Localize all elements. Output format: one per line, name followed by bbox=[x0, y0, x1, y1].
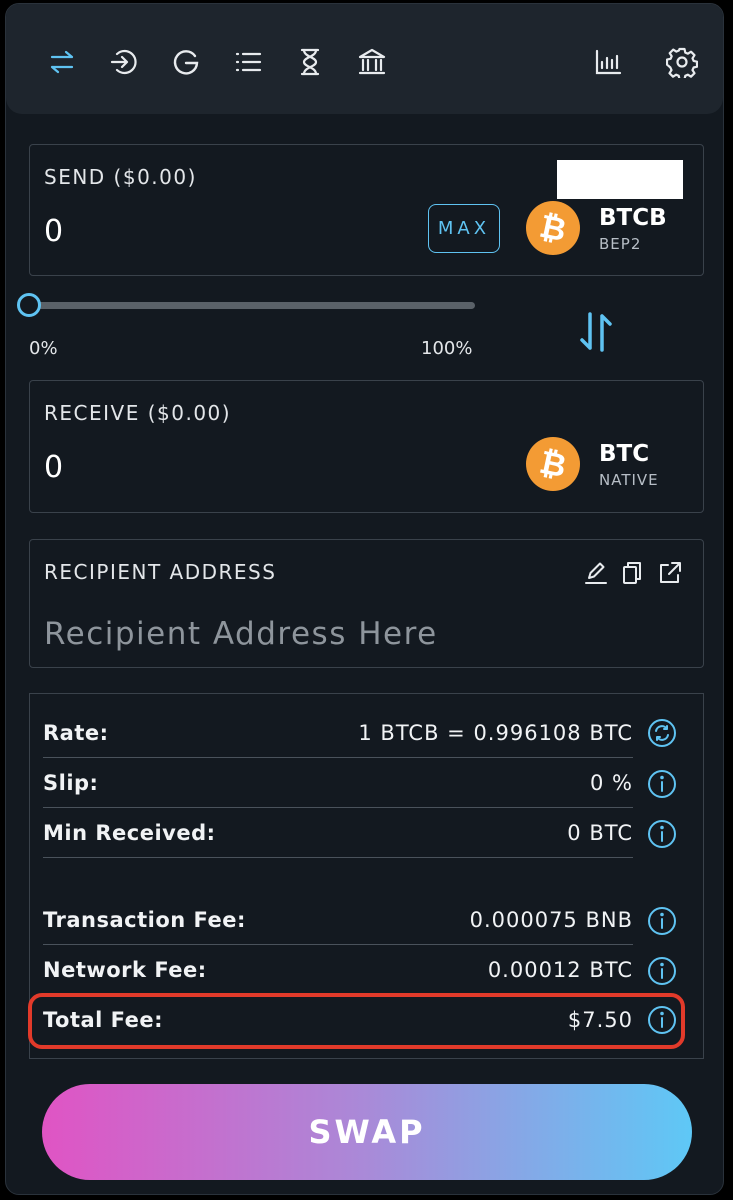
list-icon[interactable] bbox=[232, 46, 264, 78]
rate-row: Rate: 1 BTCB = 0.996108 BTC bbox=[43, 707, 633, 757]
send-label: SEND ($0.00) bbox=[44, 165, 197, 189]
receive-amount: 0 bbox=[44, 450, 64, 485]
details-divider bbox=[43, 857, 633, 858]
google-icon[interactable] bbox=[170, 46, 202, 78]
svg-text:₿: ₿ bbox=[536, 207, 569, 250]
bitcoin-icon[interactable]: ₿ bbox=[526, 201, 580, 255]
recipient-label: RECIPIENT ADDRESS bbox=[44, 560, 277, 584]
rate-label: Rate: bbox=[43, 721, 109, 745]
network-fee-info-icon[interactable] bbox=[647, 956, 677, 986]
chart-icon[interactable] bbox=[592, 46, 624, 78]
amount-slider-handle[interactable] bbox=[17, 293, 41, 317]
copy-icon[interactable] bbox=[619, 560, 645, 586]
slip-value: 0 % bbox=[590, 771, 633, 795]
min-received-value: 0 BTC bbox=[567, 821, 633, 845]
slip-label: Slip: bbox=[43, 771, 99, 795]
bank-icon[interactable] bbox=[356, 46, 388, 78]
top-nav-bar bbox=[6, 4, 723, 114]
transaction-fee-info-icon[interactable] bbox=[647, 906, 677, 936]
swap-button[interactable]: SWAP bbox=[42, 1084, 692, 1180]
sign-in-icon[interactable] bbox=[108, 46, 140, 78]
receive-panel: RECEIVE ($0.00) 0 ₿ BTC NATIVE bbox=[29, 380, 704, 513]
bitcoin-icon[interactable]: ₿ bbox=[526, 437, 580, 491]
redaction-box bbox=[557, 160, 683, 199]
send-amount-input[interactable]: 0 bbox=[44, 214, 63, 249]
min-received-info-icon[interactable] bbox=[647, 819, 677, 849]
rate-value: 1 BTCB = 0.996108 BTC bbox=[358, 721, 633, 745]
network-fee-value: 0.00012 BTC bbox=[487, 958, 633, 982]
max-button[interactable]: MAX bbox=[428, 204, 500, 253]
min-received-label: Min Received: bbox=[43, 821, 216, 845]
transaction-fee-row: Transaction Fee: 0.000075 BNB bbox=[43, 894, 633, 944]
svg-text:₿: ₿ bbox=[536, 443, 569, 486]
transaction-fee-value: 0.000075 BNB bbox=[469, 908, 633, 932]
send-ticker[interactable]: BTCB bbox=[599, 205, 667, 231]
hourglass-icon[interactable] bbox=[294, 46, 326, 78]
receive-ticker[interactable]: BTC bbox=[599, 441, 649, 467]
total-fee-highlight bbox=[28, 993, 685, 1049]
swap-direction-icon[interactable] bbox=[576, 310, 616, 354]
slider-max-label: 100% bbox=[421, 338, 473, 359]
swap-icon[interactable] bbox=[46, 46, 78, 78]
min-received-row: Min Received: 0 BTC bbox=[43, 807, 633, 857]
receive-label: RECEIVE ($0.00) bbox=[44, 401, 232, 425]
receive-chain: NATIVE bbox=[599, 471, 659, 489]
recipient-address-input[interactable]: Recipient Address Here bbox=[44, 616, 438, 652]
amount-slider-track[interactable] bbox=[32, 302, 475, 309]
external-link-icon[interactable] bbox=[657, 560, 683, 586]
refresh-rate-icon[interactable] bbox=[647, 718, 677, 748]
gear-icon[interactable] bbox=[666, 46, 698, 78]
slip-row: Slip: 0 % bbox=[43, 757, 633, 807]
network-fee-label: Network Fee: bbox=[43, 958, 207, 982]
network-fee-row: Network Fee: 0.00012 BTC bbox=[43, 944, 633, 994]
send-chain: BEP2 bbox=[599, 235, 642, 253]
slip-info-icon[interactable] bbox=[647, 769, 677, 799]
swap-window: SEND ($0.00) 0 MAX ₿ BTCB BEP2 0% 100% R… bbox=[5, 3, 724, 1195]
slider-min-label: 0% bbox=[29, 338, 58, 359]
transaction-fee-label: Transaction Fee: bbox=[43, 908, 246, 932]
edit-icon[interactable] bbox=[583, 560, 609, 586]
